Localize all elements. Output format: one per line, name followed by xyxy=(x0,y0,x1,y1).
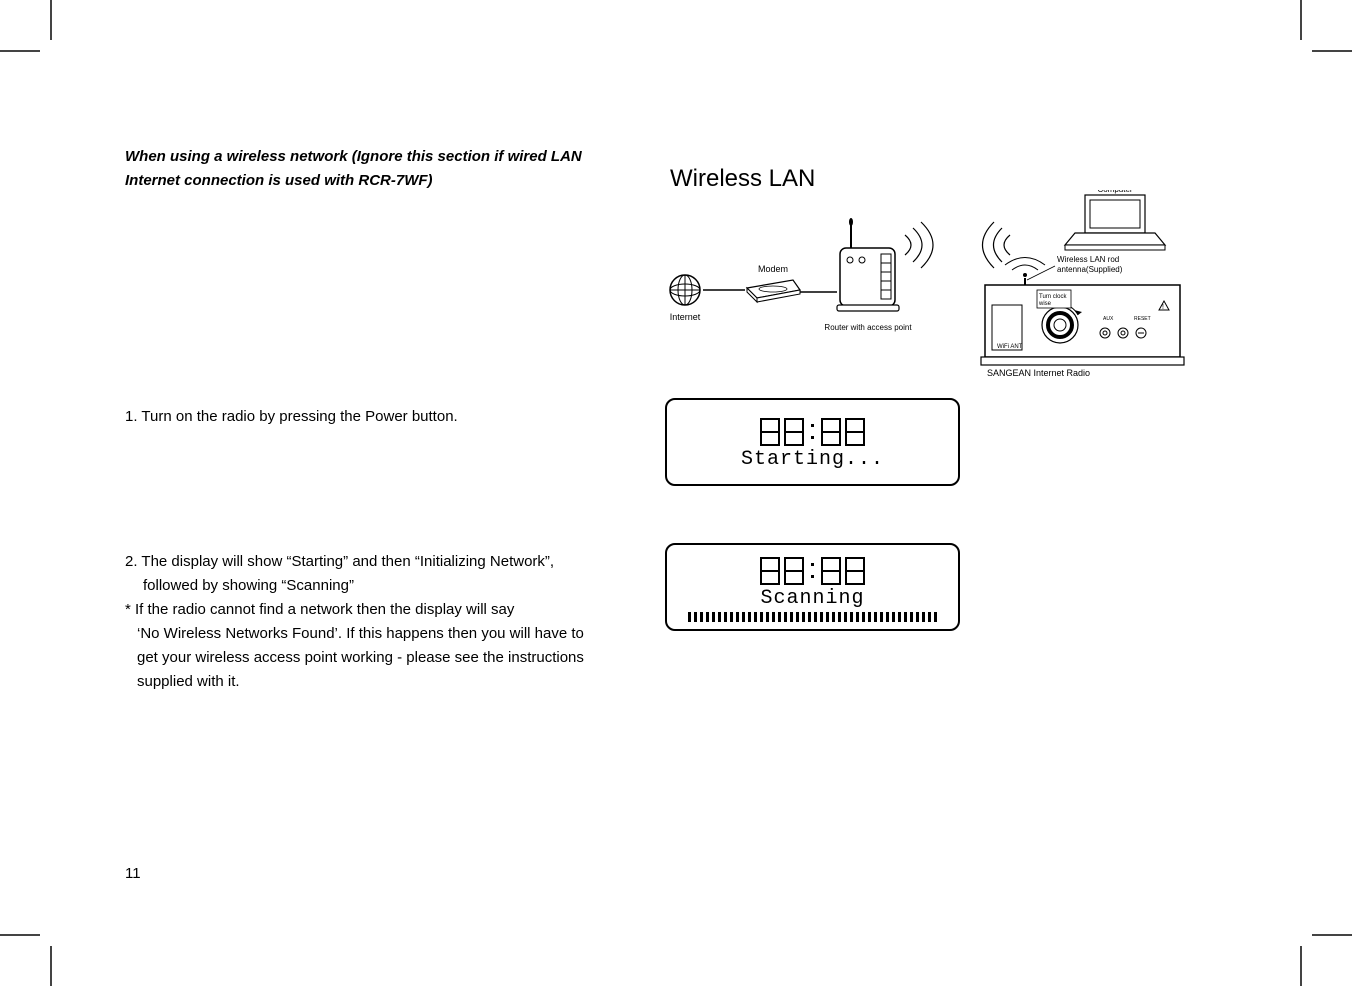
modem-icon xyxy=(747,280,800,302)
diagram-title: Wireless LAN xyxy=(670,165,815,193)
computer-icon xyxy=(1065,195,1165,250)
step2-note3: get your wireless access point working -… xyxy=(125,646,645,670)
crop-mark xyxy=(1312,50,1352,52)
svg-text:SANGEAN Internet Radio: SANGEAN Internet Radio xyxy=(987,368,1090,378)
heading-line: Internet connection is used with RCR-7WF… xyxy=(125,169,605,193)
antenna-icon xyxy=(1005,258,1045,286)
step1-text: 1. Turn on the radio by pressing the Pow… xyxy=(125,405,645,429)
svg-text:RESET: RESET xyxy=(1134,316,1151,322)
wireless-lan-diagram: Internet Modem xyxy=(665,190,1185,380)
lcd-display-scanning: Scanning xyxy=(665,543,960,631)
lcd-time xyxy=(761,557,864,585)
step2-note4: supplied with it. xyxy=(125,670,645,694)
lcd-status-text: Starting... xyxy=(741,448,884,471)
svg-text:antenna(Supplied): antenna(Supplied) xyxy=(1057,265,1123,274)
crop-mark xyxy=(0,50,40,52)
step2-line2: followed by showing “Scanning” xyxy=(125,574,645,598)
globe-icon xyxy=(670,275,700,305)
wifi-signal-icon xyxy=(905,222,933,268)
page-number: 11 xyxy=(125,865,141,882)
svg-text:WiFi ANT: WiFi ANT xyxy=(997,344,1023,350)
crop-mark xyxy=(50,946,52,986)
svg-text:AUX: AUX xyxy=(1103,316,1114,322)
svg-text:!: ! xyxy=(1162,304,1164,311)
svg-text:Internet: Internet xyxy=(670,312,701,322)
wifi-receive-icon xyxy=(983,222,1011,268)
lcd-progress-bar xyxy=(688,612,938,622)
svg-text:Router with access point: Router with access point xyxy=(824,323,912,332)
svg-text:Modem: Modem xyxy=(758,264,788,274)
crop-mark xyxy=(1300,0,1302,40)
section-heading: When using a wireless network (Ignore th… xyxy=(125,145,605,193)
internet-radio-icon: WiFi ANT Turn clock wise AUX RESE xyxy=(981,285,1184,365)
crop-mark xyxy=(50,0,52,40)
svg-text:Turn clock: Turn clock xyxy=(1039,294,1067,300)
step2-line1: 2. The display will show “Starting” and … xyxy=(125,550,645,574)
lcd-display-starting: Starting... xyxy=(665,398,960,486)
crop-mark xyxy=(1300,946,1302,986)
svg-text:wise: wise xyxy=(1038,301,1052,307)
step2-note1: * If the radio cannot find a network the… xyxy=(125,598,645,622)
svg-text:Wireless LAN rod: Wireless LAN rod xyxy=(1057,255,1119,264)
svg-text:Computer: Computer xyxy=(1097,190,1132,194)
lcd-status-text: Scanning xyxy=(760,587,864,610)
router-icon xyxy=(837,218,899,311)
crop-mark xyxy=(0,934,40,936)
step2-note2: ‘No Wireless Networks Found’. If this ha… xyxy=(125,622,645,646)
heading-line: When using a wireless network (Ignore th… xyxy=(125,145,605,169)
lcd-time xyxy=(761,418,864,446)
crop-mark xyxy=(1312,934,1352,936)
